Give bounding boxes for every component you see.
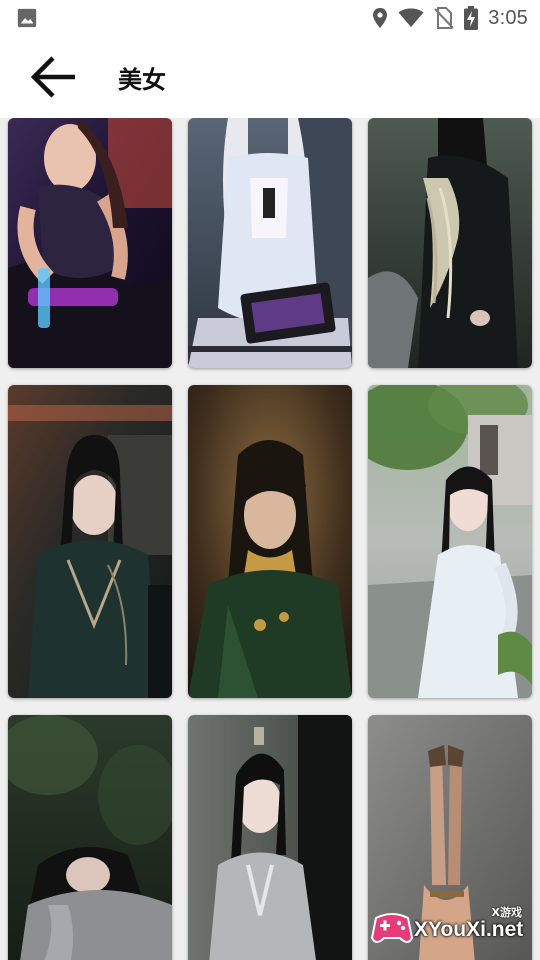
back-button[interactable] — [24, 47, 84, 107]
battery-charging-icon — [464, 6, 479, 30]
wifi-icon — [398, 8, 424, 28]
gallery-image[interactable] — [8, 385, 172, 698]
arrow-back-icon — [30, 56, 75, 98]
gallery-image[interactable] — [368, 385, 532, 698]
image-icon — [16, 7, 38, 29]
gamepad-logo-icon — [370, 908, 414, 948]
gallery-image[interactable] — [8, 715, 172, 960]
status-bar: 3:05 — [0, 0, 540, 36]
gallery-image[interactable] — [8, 118, 172, 368]
no-sim-icon — [434, 7, 454, 29]
app-bar: 美女 — [0, 36, 540, 118]
status-time: 3:05 — [488, 6, 528, 29]
watermark-main-text: XYouXi.net — [414, 918, 524, 941]
status-icons: 3:05 — [372, 6, 528, 30]
gallery-image[interactable] — [188, 385, 352, 698]
location-icon — [372, 7, 388, 29]
page-title: 美女 — [118, 66, 166, 94]
gallery-image[interactable] — [188, 118, 352, 368]
image-grid: X游戏 XYouXi.net — [0, 118, 540, 960]
gallery-image[interactable] — [368, 118, 532, 368]
gallery-image[interactable] — [188, 715, 352, 960]
watermark: X游戏 XYouXi.net — [370, 904, 532, 950]
